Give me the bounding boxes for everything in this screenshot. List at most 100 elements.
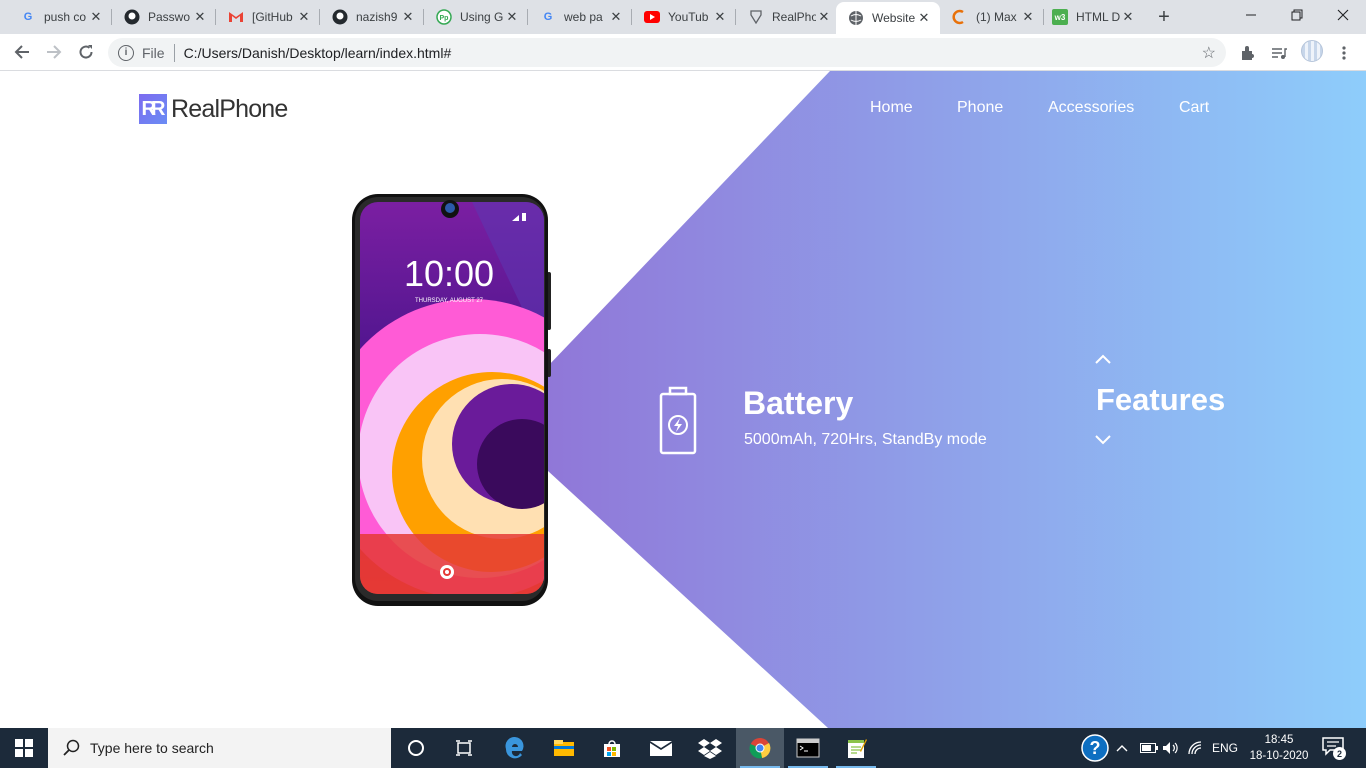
github-icon [332, 9, 348, 25]
close-tab-icon[interactable]: ✕ [1020, 9, 1036, 25]
action-center-icon[interactable]: 2 [1322, 736, 1346, 760]
minimize-button[interactable] [1228, 0, 1274, 30]
bookmark-star-icon[interactable]: ☆ [1202, 43, 1216, 63]
nav-cart[interactable]: Cart [1179, 99, 1209, 117]
notepad-plus-icon[interactable] [832, 728, 880, 768]
close-tab-icon[interactable]: ✕ [916, 10, 932, 26]
globe-icon [848, 10, 864, 26]
svg-text:?: ? [1090, 738, 1101, 758]
file-explorer-icon[interactable] [540, 728, 588, 768]
gmail-icon [228, 9, 244, 25]
chrome-taskbar-icon[interactable] [736, 728, 784, 768]
youtube-icon [644, 9, 660, 25]
battery-tray-icon[interactable] [1140, 728, 1158, 768]
close-tab-icon[interactable]: ✕ [504, 9, 520, 25]
forward-button[interactable] [40, 38, 68, 66]
w3-icon: w3 [1052, 9, 1068, 25]
close-tab-icon[interactable]: ✕ [88, 9, 104, 25]
cortana-icon[interactable] [392, 728, 440, 768]
volume-icon[interactable] [1162, 728, 1180, 768]
show-hidden-icons-icon[interactable] [1116, 728, 1128, 768]
profile-avatar[interactable] [1301, 40, 1323, 62]
browser-toolbar: i File C:/Users/Danish/Desktop/learn/ind… [0, 34, 1366, 71]
dropbox-icon[interactable] [686, 728, 734, 768]
edge-browser-icon[interactable] [490, 728, 538, 768]
tab-title: HTML D [1076, 10, 1120, 24]
restore-button[interactable] [1274, 0, 1320, 30]
chevron-down-icon[interactable] [1094, 434, 1112, 446]
browser-tab[interactable]: RealPho ✕ [736, 0, 840, 34]
battery-icon [659, 386, 697, 455]
google-icon: G [543, 11, 553, 23]
section-title: Features [1096, 382, 1226, 417]
browser-tab[interactable]: w3 HTML D ✕ [1040, 0, 1144, 34]
browser-tab[interactable]: YouTub ✕ [632, 0, 736, 34]
browser-tab[interactable]: Passwo ✕ [112, 0, 216, 34]
media-control-icon[interactable] [1269, 43, 1289, 63]
close-window-button[interactable] [1320, 0, 1366, 30]
browser-tab[interactable]: G web pa ✕ [528, 0, 632, 34]
app-icon: Pp [436, 9, 452, 25]
phone-date-text: THURSDAY, AUGUST 27 [415, 298, 484, 304]
site-icon [952, 9, 968, 25]
extensions-icon[interactable] [1238, 43, 1258, 63]
clock-date: 18-10-2020 [1249, 750, 1309, 762]
menu-icon[interactable] [1334, 43, 1354, 63]
nav-home[interactable]: Home [870, 99, 913, 117]
windows-taskbar: Type here to search ? ENG 18:45 18-10-20… [0, 728, 1366, 768]
help-icon[interactable]: ? [1080, 728, 1110, 768]
nav-phone[interactable]: Phone [957, 99, 1003, 117]
feature-title: Battery [743, 385, 854, 421]
browser-tab-active[interactable]: Website ✕ [836, 2, 940, 34]
close-tab-icon[interactable]: ✕ [400, 9, 416, 25]
close-tab-icon[interactable]: ✕ [192, 9, 208, 25]
close-tab-icon[interactable]: ✕ [296, 9, 312, 25]
google-icon: G [23, 11, 33, 23]
browser-tab[interactable]: nazish9 ✕ [320, 0, 424, 34]
svg-text:Pp: Pp [440, 15, 449, 22]
language-indicator[interactable]: ENG [1212, 728, 1238, 768]
task-view-icon[interactable] [440, 728, 488, 768]
feature-description: 5000mAh, 720Hrs, StandBy mode [744, 431, 987, 448]
tab-title: Website [872, 11, 916, 25]
windows-logo-icon [15, 739, 33, 757]
store-icon[interactable] [588, 728, 636, 768]
close-tab-icon[interactable]: ✕ [712, 9, 728, 25]
brand-logo[interactable]: RR RealPhone [139, 94, 288, 124]
start-button[interactable] [0, 728, 48, 768]
tab-title: Using G [460, 10, 504, 24]
phone-clock-text: 10:00 [404, 253, 494, 294]
new-tab-button[interactable]: + [1152, 5, 1176, 29]
close-tab-icon[interactable]: ✕ [608, 9, 624, 25]
browser-tab[interactable]: Pp Using G ✕ [424, 0, 528, 34]
tab-title: [GitHub [252, 10, 293, 24]
browser-tab[interactable]: G push co ✕ [8, 0, 112, 34]
brand-name: RealPhone [171, 94, 288, 123]
browser-tab[interactable]: [GitHub ✕ [216, 0, 320, 34]
search-icon [63, 739, 80, 756]
mail-icon[interactable] [637, 728, 685, 768]
nav-accessories[interactable]: Accessories [1048, 99, 1134, 117]
page-viewport: RR RealPhone Home Phone Accessories Cart [0, 71, 1366, 728]
chevron-up-icon[interactable] [1094, 353, 1112, 365]
close-tab-icon[interactable]: ✕ [816, 9, 832, 25]
info-icon[interactable]: i [118, 44, 134, 61]
search-placeholder: Type here to search [90, 740, 214, 756]
close-tab-icon[interactable]: ✕ [1120, 9, 1136, 25]
reload-button[interactable] [72, 38, 100, 66]
page-icon [748, 9, 764, 25]
logo-mark: RR [139, 94, 167, 124]
tab-title: push co [44, 10, 87, 24]
taskbar-search-box[interactable]: Type here to search [48, 728, 391, 768]
taskbar-clock[interactable]: 18:45 18-10-2020 [1247, 732, 1311, 764]
tab-title: RealPho [772, 10, 816, 24]
browser-tab[interactable]: (1) Max ✕ [940, 0, 1044, 34]
wifi-icon[interactable] [1188, 728, 1204, 768]
back-button[interactable] [8, 38, 36, 66]
tab-title: YouTub [668, 10, 709, 24]
address-bar[interactable]: i File C:/Users/Danish/Desktop/learn/ind… [108, 38, 1226, 67]
clock-time: 18:45 [1264, 734, 1294, 746]
notification-count-badge: 2 [1333, 747, 1346, 760]
url-text[interactable]: C:/Users/Danish/Desktop/learn/index.html… [184, 45, 452, 61]
terminal-icon[interactable] [784, 728, 832, 768]
